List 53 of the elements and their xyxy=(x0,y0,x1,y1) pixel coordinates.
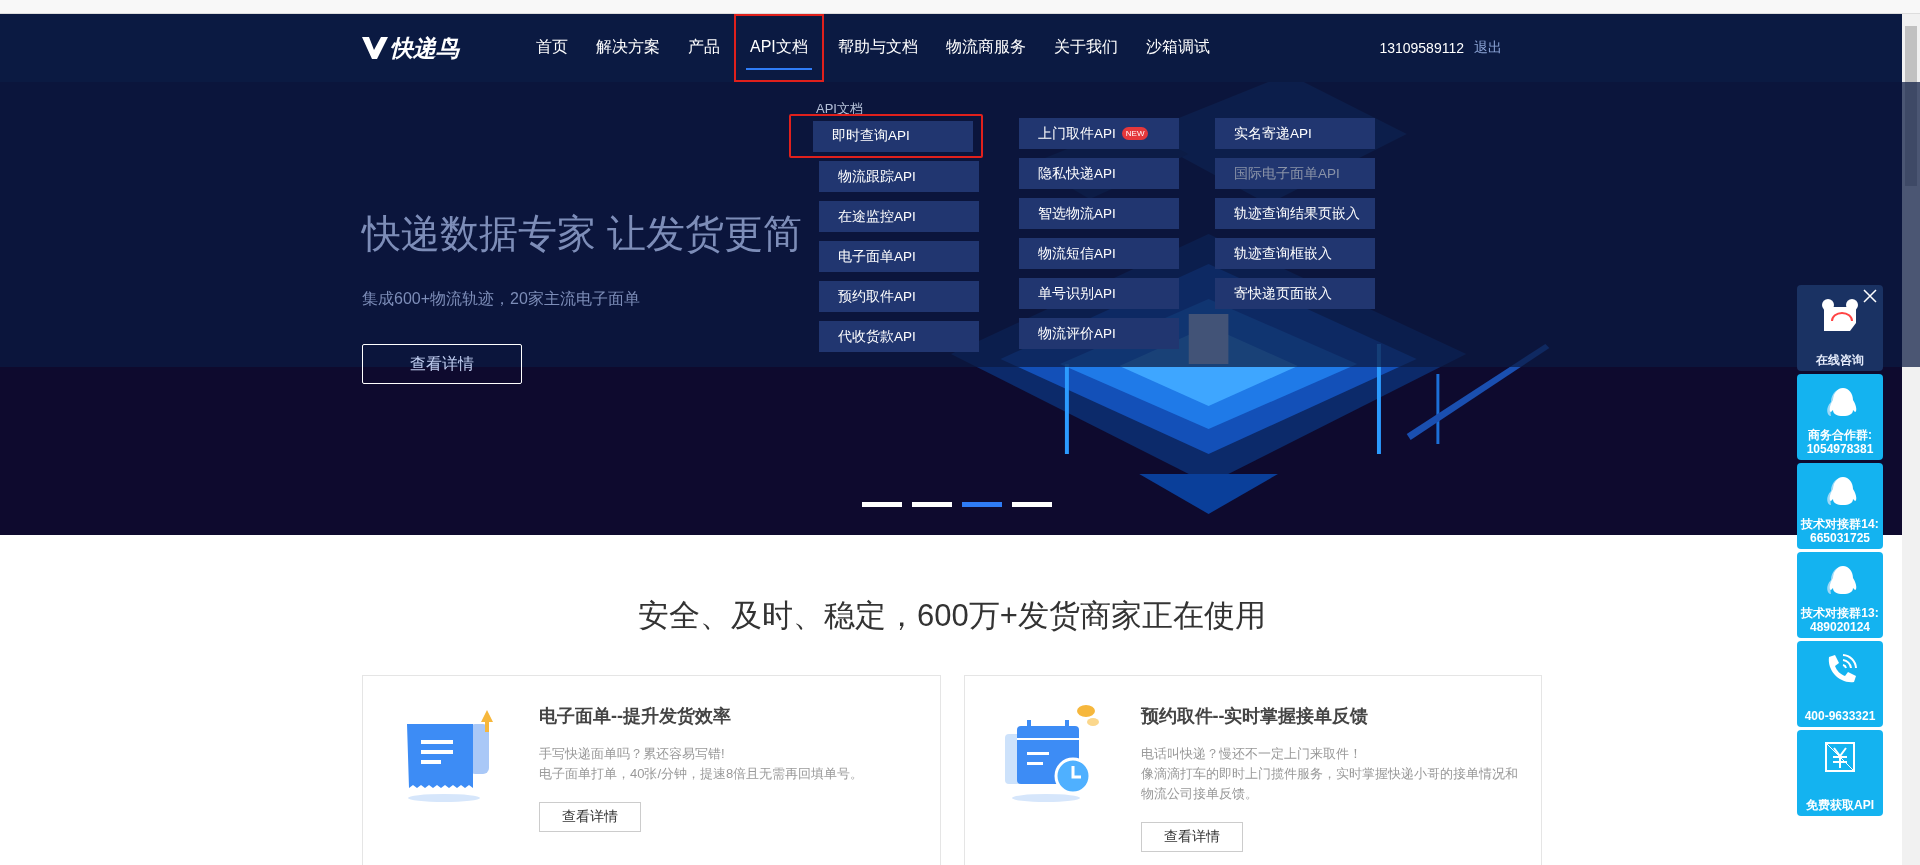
group-number: 665031725 xyxy=(1809,531,1871,545)
group-number: 489020124 xyxy=(1809,620,1871,634)
contact-widget[interactable]: 在线咨询 xyxy=(1797,285,1883,371)
menu-item[interactable]: 轨迹查询结果页嵌入 xyxy=(1215,198,1375,229)
group-number: 1054978381 xyxy=(1806,442,1874,456)
menu-item[interactable]: 轨迹查询框嵌入 xyxy=(1215,238,1375,269)
menu-item[interactable]: 电子面单API xyxy=(819,241,979,272)
card-description: 电子面单打单，40张/分钟，提速8倍且无需再回填单号。 xyxy=(539,765,865,783)
menu-item[interactable]: 寄快递页面嵌入 xyxy=(1215,278,1375,309)
logout-link[interactable]: 退出 xyxy=(1474,39,1502,57)
menu-item[interactable]: 上门取件API NEW xyxy=(1019,118,1179,149)
widget-label: 技术对接群13: xyxy=(1801,606,1879,620)
widget-label: 免费获取API xyxy=(1806,798,1874,812)
menu-item[interactable]: 在途监控API xyxy=(819,201,979,232)
card-title: 预约取件--实时掌握接单反馈 xyxy=(1140,705,1370,728)
logo-icon xyxy=(362,37,388,59)
phone-number: 13109589112 xyxy=(1379,40,1464,56)
menu-item[interactable]: 代收货款API xyxy=(819,321,979,352)
nav-link[interactable]: 帮助与文档 xyxy=(823,14,932,82)
menu-item[interactable]: 物流评价API xyxy=(1019,318,1179,349)
widget-label: 在线咨询 xyxy=(1816,353,1864,367)
details-button[interactable]: 查看详情 xyxy=(1140,822,1243,852)
nav-link[interactable]: 物流商服务 xyxy=(931,14,1040,82)
widget-label: 技术对接群14: xyxy=(1801,517,1879,531)
nav-link[interactable]: 产品 xyxy=(674,14,734,82)
banner-subtitle: 集成600+物流轨迹，20家主流电子面单 xyxy=(362,289,640,309)
new-badge: NEW xyxy=(1121,127,1149,140)
menu-item[interactable]: 单号识别API xyxy=(1019,278,1179,309)
logo-text: 快递鸟 xyxy=(390,33,459,63)
card-title: 电子面单--提升发货效率 xyxy=(539,705,732,728)
nav-link[interactable]: 首页 xyxy=(522,14,582,82)
close-icon[interactable] xyxy=(1863,289,1877,303)
widget-label: 商务合作群: xyxy=(1808,428,1872,442)
menu-heading: API文档 xyxy=(816,100,864,118)
menu-item[interactable]: 即时查询API xyxy=(813,120,973,152)
nav-link[interactable]: 关于我们 xyxy=(1039,14,1132,82)
menu-item[interactable]: 物流短信API xyxy=(1019,238,1179,269)
card-description: 像滴滴打车的即时上门揽件服务，实时掌握快递小哥的接单情况和物流公司接单反馈。 xyxy=(1140,765,1519,803)
menu-item[interactable]: 智选物流API xyxy=(1019,198,1179,229)
nav-link[interactable]: 沙箱调试 xyxy=(1131,14,1224,82)
details-button[interactable]: 查看详情 xyxy=(539,802,641,832)
section-heading: 安全、及时、稳定，600万+发货商家正在使用 xyxy=(637,597,1267,635)
card-description: 手写快递面单吗？累还容易写错! xyxy=(539,745,726,763)
menu-item[interactable]: 物流跟踪API xyxy=(819,161,979,192)
bear-icon xyxy=(1820,297,1860,333)
banner-headline: 快递数据专家 让发货更简 xyxy=(362,211,802,257)
yuan-icon xyxy=(1825,742,1855,772)
nav-link[interactable]: 解决方案 xyxy=(582,14,674,82)
widget-label: 400-9633321 xyxy=(1804,709,1876,723)
details-button[interactable]: 查看详情 xyxy=(362,344,522,384)
menu-item[interactable]: 隐私快递API xyxy=(1019,158,1179,189)
menu-item[interactable]: 实名寄递API xyxy=(1215,118,1375,149)
menu-item[interactable]: 预约取件API xyxy=(819,281,979,312)
